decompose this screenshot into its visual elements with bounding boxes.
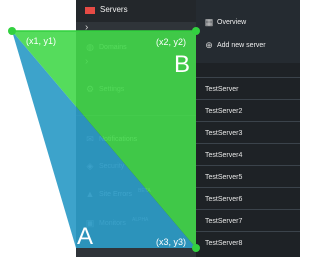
server-list-item-label: TestServer7 (205, 218, 243, 225)
chevron-right-icon: › (85, 56, 89, 67)
server-list-panel: ▦ Overview ⊕ Add new server TestServer T… (196, 0, 300, 257)
server-list-item[interactable]: TestServer2 (196, 99, 300, 122)
sidebar-item-security[interactable]: Security (99, 162, 124, 171)
server-list-item[interactable]: TestServer7 (196, 209, 300, 232)
beta-badge: BETA (138, 188, 151, 194)
overview-link[interactable]: Overview (217, 18, 246, 27)
sidebar-item-site-errors[interactable]: Site Errors (99, 190, 132, 199)
server-list-item-label: TestServer2 (205, 108, 243, 115)
sidebar-divider (76, 115, 196, 116)
monitor-icon: ▣ (85, 218, 95, 228)
overview-grid-icon: ▦ (204, 17, 214, 27)
sidebar: Servers › ◍ Domains › ⚙ Settings ✉ Notif… (76, 0, 196, 257)
server-list-item-label: TestServer6 (205, 196, 243, 203)
screenshot-stage: Servers › ◍ Domains › ⚙ Settings ✉ Notif… (0, 0, 300, 257)
sidebar-item-notifications[interactable]: Notifications (99, 135, 137, 144)
server-list-item-label: TestServer5 (205, 174, 243, 181)
server-list-item[interactable]: TestServer3 (196, 121, 300, 144)
server-list-item-label: TestServer8 (205, 240, 243, 247)
annotation-point-1-label: (x1, y1) (26, 36, 56, 46)
server-list-item[interactable]: TestServer4 (196, 143, 300, 166)
chevron-right-icon: › (85, 22, 89, 33)
server-list-item[interactable]: TestServer8 (196, 231, 300, 254)
server-list-item[interactable]: TestServer6 (196, 187, 300, 210)
warning-icon: ▲ (85, 189, 95, 199)
gear-icon: ⚙ (85, 84, 95, 94)
sidebar-item-settings[interactable]: Settings (99, 85, 124, 94)
shield-icon: ◈ (86, 161, 94, 171)
server-list-item-label: TestServer3 (205, 130, 243, 137)
sidebar-header[interactable]: Servers (76, 0, 196, 22)
server-list-top (196, 0, 300, 63)
server-list-item[interactable]: TestServer5 (196, 165, 300, 188)
servers-icon (85, 7, 95, 14)
sidebar-header-title: Servers (100, 5, 128, 14)
server-list-item-label: TestServer4 (205, 152, 243, 159)
sidebar-item-monitors[interactable]: Monitors (99, 219, 126, 228)
alpha-badge: ALPHA (132, 217, 149, 223)
annotation-point-1 (8, 27, 16, 35)
sidebar-item-domains[interactable]: Domains (99, 43, 127, 52)
globe-icon: ◍ (86, 42, 94, 52)
server-list-item-label: TestServer (205, 86, 239, 93)
server-list-item[interactable]: TestServer (196, 77, 300, 100)
plus-circle-icon: ⊕ (205, 40, 213, 50)
add-new-server-button[interactable]: Add new server (217, 41, 266, 50)
envelope-icon: ✉ (86, 134, 94, 144)
